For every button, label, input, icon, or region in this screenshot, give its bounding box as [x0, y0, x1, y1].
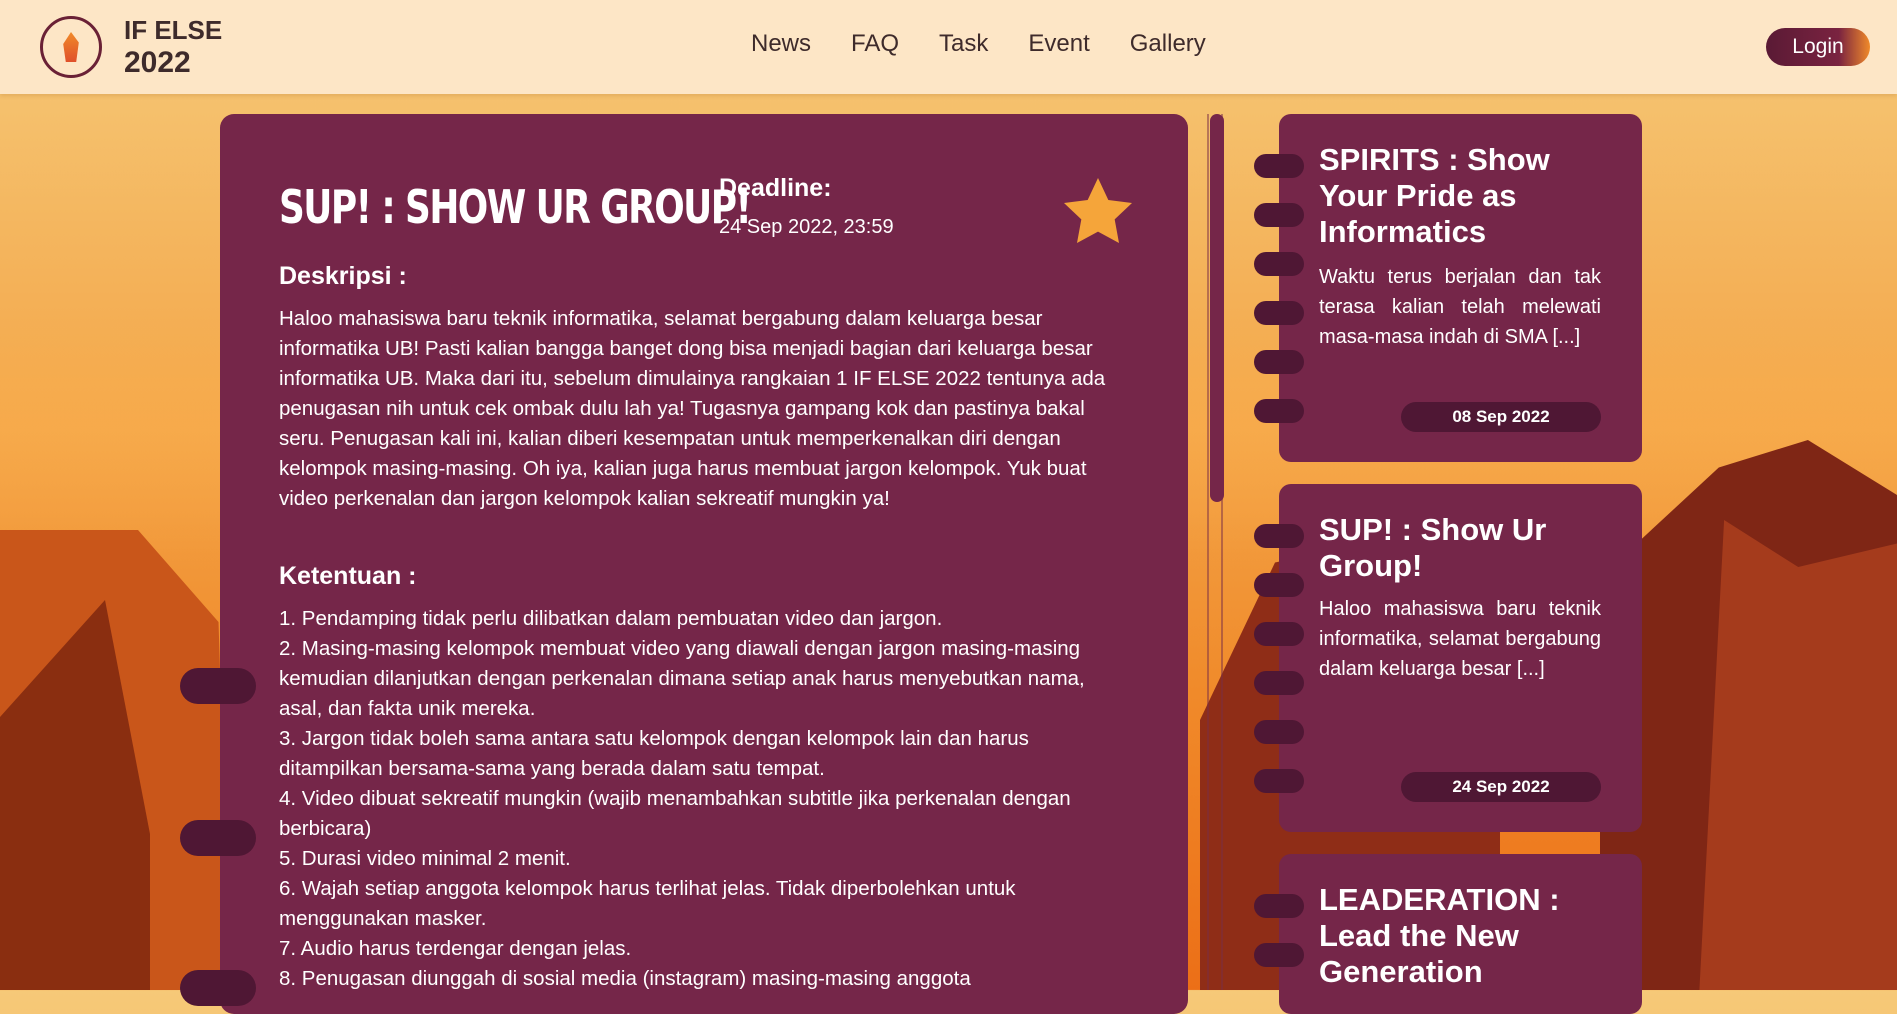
logo-title[interactable]: IF ELSE	[124, 14, 222, 46]
binder-ring	[1254, 301, 1304, 325]
task-card-excerpt: Haloo mahasiswa baru teknik informatika,…	[1319, 598, 1601, 680]
task-card-date: 08 Sep 2022	[1401, 402, 1601, 432]
rule-item: 4. Video dibuat sekreatif mungkin (wajib…	[279, 787, 1071, 840]
rule-item: 3. Jargon tidak boleh sama antara satu k…	[279, 727, 1029, 780]
task-detail-card: SUP! : SHOW UR GROUP! Deadline: 24 Sep 2…	[180, 114, 1188, 1014]
main-nav: News FAQ Task Event Gallery	[751, 30, 1206, 58]
binder-ring	[180, 820, 256, 856]
deadline-value: 24 Sep 2022, 23:59	[719, 216, 894, 238]
nav-task[interactable]: Task	[939, 30, 988, 58]
task-card-sup[interactable]: SUP! : Show Ur Group! Haloo mahasiswa ba…	[1254, 484, 1642, 832]
task-card-title[interactable]: SPIRITS : Show Your Pride as Informatics	[1319, 142, 1619, 250]
logo-icon[interactable]	[40, 16, 102, 78]
site-header: IF ELSE 2022 News FAQ Task Event Gallery…	[0, 0, 1897, 94]
nav-event[interactable]: Event	[1028, 30, 1089, 58]
rule-item: 6. Wajah setiap anggota kelompok harus t…	[279, 877, 1016, 930]
binder-ring	[1254, 894, 1304, 918]
rule-item: 2. Masing-masing kelompok membuat video …	[279, 637, 1085, 720]
scrollbar-thumb[interactable]	[1210, 114, 1224, 502]
task-card-title[interactable]: LEADERATION : Lead the New Generation	[1319, 882, 1619, 990]
task-title: SUP! : SHOW UR GROUP!	[279, 180, 752, 234]
binder-ring	[1254, 399, 1304, 423]
binder-ring	[1254, 769, 1304, 793]
description-text: Haloo mahasiswa baru teknik informatika,…	[279, 307, 1106, 510]
deadline-label: Deadline:	[719, 174, 832, 202]
binder-ring	[1254, 943, 1304, 967]
binder-ring	[1254, 350, 1304, 374]
rules-list: 1. Pendamping tidak perlu dilibatkan dal…	[279, 604, 1129, 994]
binder-ring	[1254, 622, 1304, 646]
binder-ring	[1254, 252, 1304, 276]
binder-ring	[180, 970, 256, 1006]
login-button[interactable]: Login	[1766, 28, 1870, 66]
rule-item: 1. Pendamping tidak perlu dilibatkan dal…	[279, 607, 943, 630]
task-card-spirits[interactable]: SPIRITS : Show Your Pride as Informatics…	[1254, 114, 1642, 462]
task-card-title[interactable]: SUP! : Show Ur Group!	[1319, 512, 1619, 584]
task-card-date: 24 Sep 2022	[1401, 772, 1601, 802]
nav-faq[interactable]: FAQ	[851, 30, 899, 58]
binder-ring	[1254, 720, 1304, 744]
star-icon[interactable]	[1058, 172, 1138, 252]
description-heading: Deskripsi :	[279, 262, 407, 290]
rules-heading: Ketentuan :	[279, 562, 417, 590]
binder-ring	[180, 668, 256, 704]
binder-ring	[1254, 154, 1304, 178]
binder-ring	[1254, 671, 1304, 695]
task-card-excerpt: Waktu terus berjalan dan tak terasa kali…	[1319, 266, 1601, 348]
rule-item: 5. Durasi video minimal 2 menit.	[279, 847, 571, 870]
binder-ring	[1254, 524, 1304, 548]
task-card-leaderation[interactable]: LEADERATION : Lead the New Generation	[1254, 854, 1642, 1014]
binder-ring	[1254, 203, 1304, 227]
flame-icon	[63, 32, 79, 62]
rule-item: 7. Audio harus terdengar dengan jelas.	[279, 937, 632, 960]
nav-gallery[interactable]: Gallery	[1130, 30, 1206, 58]
logo-year[interactable]: 2022	[124, 46, 191, 80]
binder-ring	[1254, 573, 1304, 597]
nav-news[interactable]: News	[751, 30, 811, 58]
